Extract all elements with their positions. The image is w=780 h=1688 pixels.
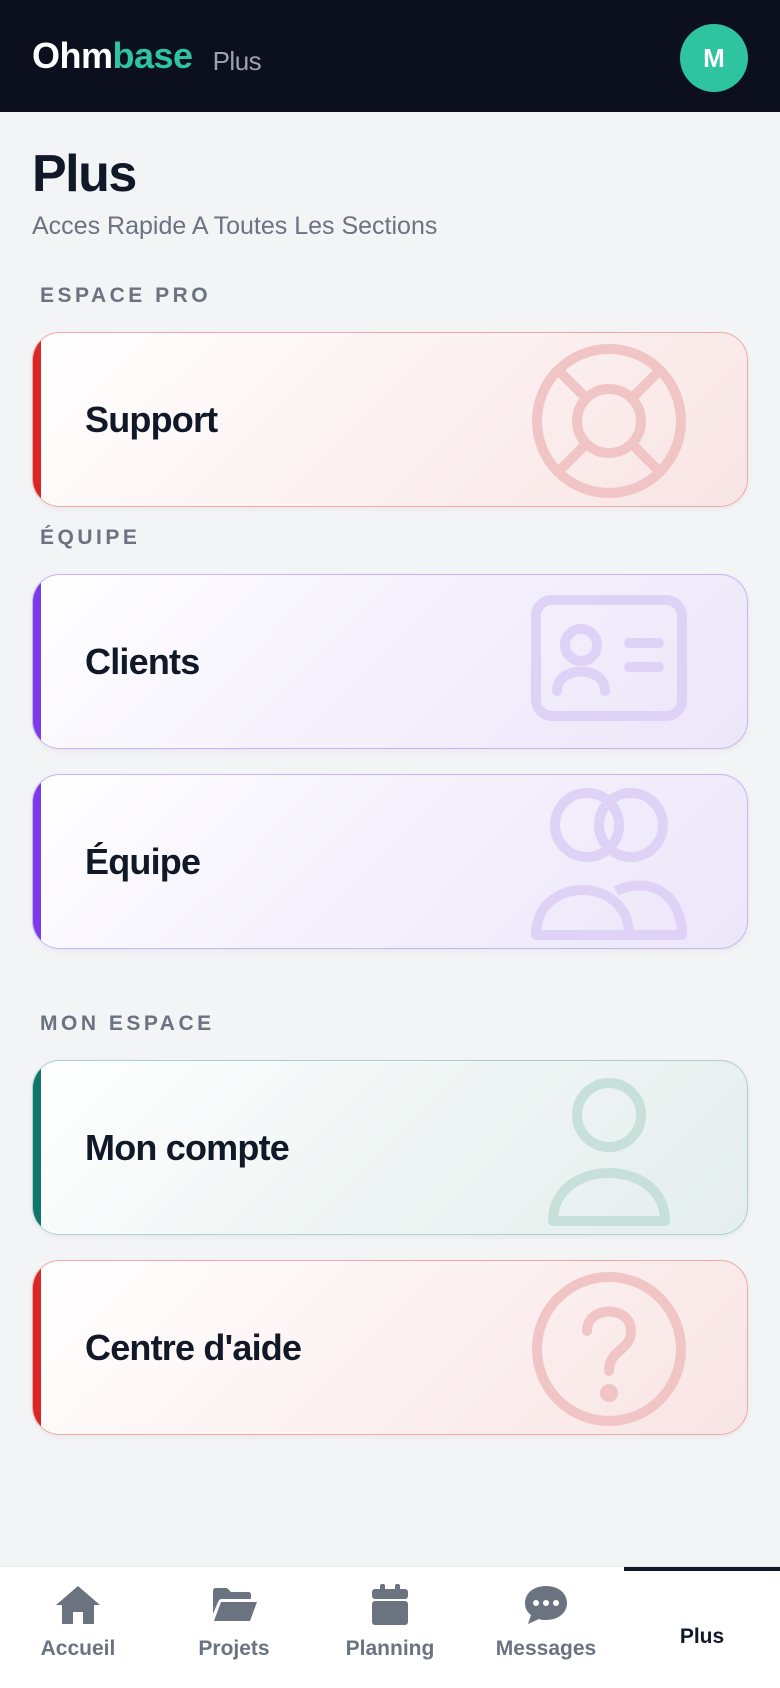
nav-item-planning[interactable]: Planning xyxy=(312,1567,468,1688)
card-label: Support xyxy=(85,398,218,440)
card-label: Clients xyxy=(85,640,200,682)
active-tab-indicator xyxy=(624,1567,780,1571)
nav-item-projets[interactable]: Projets xyxy=(156,1567,312,1688)
card-accent xyxy=(33,1061,41,1234)
id-card-icon xyxy=(531,595,687,721)
nav-item-accueil[interactable]: Accueil xyxy=(0,1567,156,1688)
brand-name-part1: Ohm xyxy=(32,35,113,76)
header-page-name: Plus xyxy=(212,46,262,76)
card-accent xyxy=(33,575,41,748)
page-subtitle: Acces Rapide A Toutes Les Sections xyxy=(32,212,438,240)
card-label: Équipe xyxy=(85,840,201,882)
question-circle-icon xyxy=(532,1272,686,1426)
card-equipe[interactable]: Équipe xyxy=(32,774,748,949)
brand-name-part2: base xyxy=(112,35,194,76)
top-bar: Ohm base Plus M xyxy=(0,0,780,112)
card-accent xyxy=(33,333,41,506)
chat-bubble-icon xyxy=(525,1586,567,1624)
folder-open-icon xyxy=(213,1588,257,1621)
card-accent xyxy=(33,775,41,948)
section-label-equipe: ÉQUIPE xyxy=(40,526,141,549)
card-label: Centre d'aide xyxy=(85,1326,302,1368)
nav-label: Messages xyxy=(495,1637,597,1660)
bottom-navigation: Accueil Projets Planning Messages Plus xyxy=(0,1566,780,1688)
users-icon xyxy=(531,788,687,940)
card-centre-aide[interactable]: Centre d'aide xyxy=(32,1260,748,1435)
calendar-icon xyxy=(372,1584,408,1625)
card-mon-compte[interactable]: Mon compte xyxy=(32,1060,748,1235)
section-label-mon-espace: MON ESPACE xyxy=(40,1012,215,1035)
nav-label: Projets xyxy=(198,1637,270,1660)
lifebuoy-icon xyxy=(532,344,686,498)
avatar[interactable]: M xyxy=(680,24,748,92)
brand-logo[interactable]: Ohm base Plus xyxy=(32,35,262,77)
card-clients[interactable]: Clients xyxy=(32,574,748,749)
nav-label: Planning xyxy=(345,1637,435,1660)
card-label: Mon compte xyxy=(85,1126,290,1168)
page-title: Plus xyxy=(32,145,137,203)
nav-label: Plus xyxy=(679,1625,725,1648)
home-icon xyxy=(56,1586,100,1624)
user-icon xyxy=(548,1078,670,1226)
card-accent xyxy=(33,1261,41,1434)
card-support[interactable]: Support xyxy=(32,332,748,507)
nav-label: Accueil xyxy=(40,1637,116,1660)
nav-item-messages[interactable]: Messages xyxy=(468,1567,624,1688)
section-label-espace-pro: ESPACE PRO xyxy=(40,284,212,307)
nav-item-plus[interactable]: Plus xyxy=(624,1567,780,1688)
